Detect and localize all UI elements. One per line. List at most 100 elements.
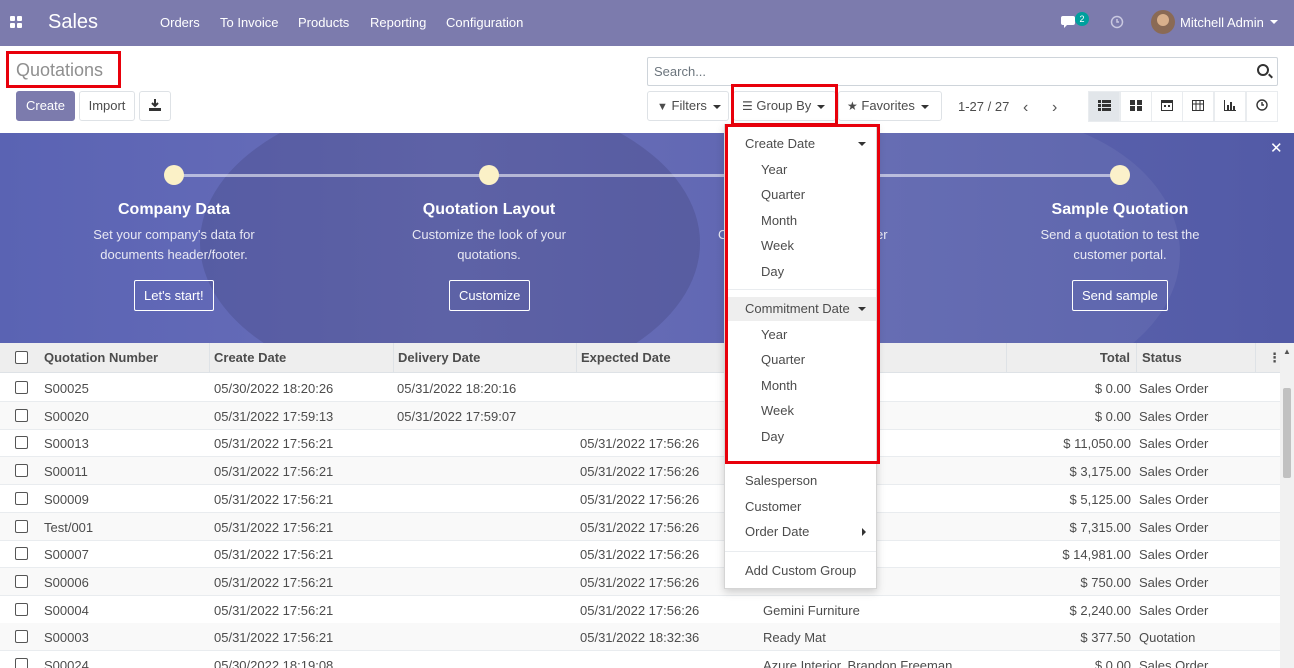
- kanban-view-button[interactable]: [1120, 91, 1152, 122]
- header-status[interactable]: Status: [1136, 343, 1256, 373]
- close-banner-icon[interactable]: ✕: [1270, 139, 1283, 157]
- cell-number: S00013: [44, 436, 89, 452]
- cell-create: 05/31/2022 17:59:13: [214, 408, 334, 424]
- row-checkbox[interactable]: [15, 658, 28, 668]
- cell-create: 05/31/2022 17:56:21: [214, 574, 334, 590]
- pivot-view-button[interactable]: [1182, 91, 1214, 122]
- table-row[interactable]: S00009 05/31/2022 17:56:21 05/31/2022 17:5…: [0, 485, 1280, 513]
- add-custom-group[interactable]: Add Custom Group: [725, 559, 876, 583]
- calendar-view-button[interactable]: [1151, 91, 1183, 122]
- favorites-button[interactable]: ★ Favorites: [838, 91, 942, 121]
- row-checkbox[interactable]: [15, 464, 28, 478]
- cell-total: $ 2,240.00: [1069, 602, 1131, 618]
- cell-status: Sales Order: [1139, 491, 1209, 507]
- onboarding-progress-line: [174, 174, 1120, 177]
- optional-columns-icon[interactable]: ⋮: [1262, 343, 1281, 373]
- customize-button[interactable]: Customize: [449, 280, 531, 311]
- header-delivery-date[interactable]: Delivery Date: [392, 343, 577, 373]
- cell-number: S00011: [44, 464, 88, 480]
- select-all-checkbox[interactable]: [15, 351, 28, 364]
- apps-grid-icon[interactable]: [10, 16, 23, 29]
- row-checkbox[interactable]: [15, 547, 28, 561]
- user-menu-caret-icon[interactable]: [1270, 20, 1278, 24]
- menu-reporting[interactable]: Reporting: [370, 15, 426, 30]
- highlight-title-box: [6, 51, 121, 88]
- group-order-date[interactable]: Order Date: [725, 520, 876, 544]
- filters-button[interactable]: ▼ Filters: [647, 91, 729, 121]
- row-checkbox[interactable]: [15, 519, 28, 533]
- menu-configuration[interactable]: Configuration: [446, 15, 523, 30]
- clock-activity-icon[interactable]: [1110, 15, 1124, 29]
- create-button[interactable]: Create: [16, 91, 75, 121]
- table-row[interactable]: S00024 05/30/2022 18:19:08 Azure Interior,…: [0, 651, 1280, 668]
- cell-status: Sales Order: [1139, 381, 1209, 396]
- pager-value[interactable]: 1-27 / 27: [958, 99, 1009, 114]
- scroll-up-icon[interactable]: ▲: [1283, 347, 1291, 356]
- table-row[interactable]: S00013 05/31/2022 17:56:21 05/31/2022 17:5…: [0, 429, 1280, 458]
- search-input[interactable]: [654, 64, 1234, 79]
- filters-caret-icon: [712, 104, 721, 109]
- cell-number: S00020: [44, 408, 89, 424]
- user-name[interactable]: Mitchell Admin: [1180, 15, 1264, 30]
- menu-orders[interactable]: Orders: [160, 15, 200, 30]
- group-customer[interactable]: Customer: [725, 495, 876, 519]
- table-row[interactable]: S00004 05/31/2022 17:56:21 05/31/2022 17:5…: [0, 596, 1280, 624]
- cell-create: 05/31/2022 17:56:21: [214, 436, 334, 452]
- cell-create: 05/31/2022 17:56:21: [214, 491, 334, 507]
- list-view-button[interactable]: [1088, 91, 1120, 122]
- header-total[interactable]: Total: [1006, 343, 1137, 373]
- cell-status: Sales Order: [1139, 519, 1209, 535]
- menu-to-invoice[interactable]: To Invoice: [220, 15, 279, 30]
- scroll-thumb[interactable]: [1283, 388, 1291, 478]
- row-checkbox[interactable]: [15, 381, 28, 394]
- row-checkbox[interactable]: [15, 491, 28, 505]
- activity-view-button[interactable]: [1246, 91, 1278, 122]
- scrollbar[interactable]: ▲: [1280, 343, 1294, 668]
- table-row[interactable]: S00007 05/31/2022 17:56:21 05/31/2022 17:5…: [0, 540, 1280, 569]
- header-quotation-number[interactable]: Quotation Number: [38, 343, 210, 373]
- filters-label: Filters: [671, 98, 707, 113]
- cell-number: Test/001: [44, 519, 94, 535]
- cell-expected: 05/31/2022 18:32:36: [580, 630, 700, 646]
- app-name[interactable]: Sales: [48, 11, 98, 34]
- row-checkbox[interactable]: [15, 574, 28, 588]
- table-row[interactable]: S00003 05/31/2022 17:56:21 05/31/2022 18:3…: [0, 623, 1280, 652]
- cell-total: $ 11,050.00: [1063, 436, 1131, 452]
- cell-total: $ 377.50: [1080, 630, 1131, 646]
- group-salesperson[interactable]: Salesperson: [725, 469, 876, 493]
- table-row[interactable]: S00025 05/30/2022 18:20:26 05/31/2022 18:2…: [0, 374, 1280, 402]
- cell-total: $ 0.00: [1094, 658, 1131, 668]
- send-sample-button[interactable]: Send sample: [1072, 280, 1168, 311]
- cell-expected: 05/31/2022 17:56:26: [580, 574, 700, 590]
- pager-previous-icon[interactable]: ‹: [1023, 99, 1028, 117]
- row-checkbox[interactable]: [15, 630, 28, 644]
- cell-expected: 05/31/2022 17:56:26: [580, 602, 700, 618]
- table-row[interactable]: Test/001 05/31/2022 17:56:21 05/31/2022 17…: [0, 512, 1280, 541]
- cell-expected: 05/31/2022 17:56:26: [580, 519, 700, 535]
- user-avatar[interactable]: [1151, 10, 1175, 34]
- messages-badge: 2: [1075, 12, 1089, 26]
- import-button[interactable]: Import: [79, 91, 135, 121]
- cell-status: Sales Order: [1139, 574, 1209, 590]
- onboarding-banner: Company Data Set your company's data for…: [0, 133, 1294, 343]
- table-row[interactable]: S00011 05/31/2022 17:56:21 05/31/2022 17:5…: [0, 457, 1280, 486]
- header-create-date[interactable]: Create Date: [208, 343, 394, 373]
- highlight-group-by-box: [731, 84, 838, 126]
- graph-view-button[interactable]: [1214, 91, 1246, 122]
- download-button[interactable]: [139, 91, 171, 121]
- cell-delivery: 05/31/2022 17:59:07: [397, 408, 517, 424]
- table-row[interactable]: S00006 05/31/2022 17:56:21 05/31/2022 17:5…: [0, 567, 1280, 596]
- filter-funnel-icon: ▼: [657, 101, 668, 113]
- cell-total: $ 5,125.00: [1069, 491, 1131, 507]
- table-row[interactable]: S00020 05/31/2022 17:59:13 05/31/2022 17:5…: [0, 401, 1280, 430]
- row-checkbox[interactable]: [15, 436, 28, 450]
- step-dot-quotation-layout: [479, 165, 499, 185]
- menu-products[interactable]: Products: [298, 15, 349, 30]
- search-icon[interactable]: [1257, 64, 1269, 76]
- step-dot-sample-quotation: [1110, 165, 1130, 185]
- row-checkbox[interactable]: [15, 602, 28, 616]
- pager-next-icon[interactable]: ›: [1052, 99, 1057, 117]
- row-checkbox[interactable]: [15, 408, 28, 422]
- lets-start-button[interactable]: Let's start!: [134, 280, 214, 311]
- top-navbar: Sales Orders To Invoice Products Reporti…: [0, 0, 1294, 46]
